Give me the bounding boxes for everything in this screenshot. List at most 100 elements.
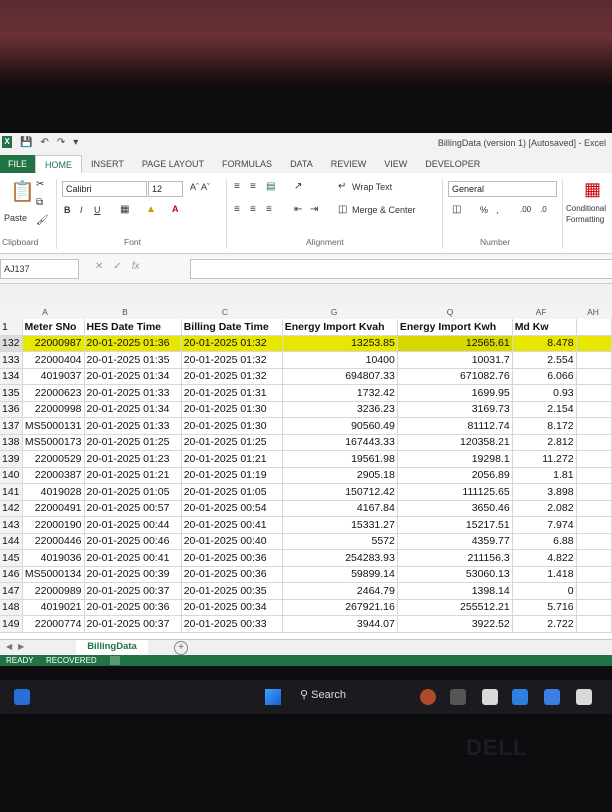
cell-energy-import-kvah[interactable]: 150712.42: [282, 483, 398, 501]
cell-md-kw[interactable]: 4.822: [512, 549, 577, 567]
cell-billing-date-time[interactable]: 20-01-2025 00:35: [181, 582, 283, 600]
cell-energy-import-kvah[interactable]: 167443.33: [282, 434, 398, 451]
cell-meter-sno[interactable]: 22000190: [22, 516, 85, 534]
cell-md-kw[interactable]: 2.812: [512, 434, 577, 451]
empty-cell[interactable]: [576, 615, 612, 633]
macro-record-icon[interactable]: [110, 656, 120, 665]
cell-hes-date-time[interactable]: 20-01-2025 01:23: [84, 450, 182, 468]
cell-energy-import-kvah[interactable]: 59899.14: [282, 566, 398, 583]
row-number[interactable]: 149: [0, 615, 23, 633]
empty-cell[interactable]: [576, 417, 612, 435]
cell-md-kw[interactable]: 3.898: [512, 483, 577, 501]
column-header-c[interactable]: C: [174, 305, 276, 319]
cell-energy-import-kvah[interactable]: 694807.33: [282, 368, 398, 385]
row-number[interactable]: 137: [0, 417, 23, 435]
cell-billing-date-time[interactable]: 20-01-2025 00:54: [181, 500, 283, 517]
cell-energy-import-kwh[interactable]: 211156.3: [397, 549, 513, 567]
cell-billing-date-time[interactable]: 20-01-2025 00:33: [181, 615, 283, 633]
cell-md-kw[interactable]: 0: [512, 582, 577, 600]
header-cell-meter-sno[interactable]: Meter SNo: [22, 319, 85, 336]
cell-energy-import-kwh[interactable]: 15217.51: [397, 516, 513, 534]
cell-energy-import-kvah[interactable]: 1732.42: [282, 384, 398, 402]
empty-cell[interactable]: [576, 351, 612, 369]
empty-cell[interactable]: [576, 516, 612, 534]
taskbar-search[interactable]: ⚲ Search: [300, 688, 346, 701]
select-all-corner[interactable]: [0, 305, 14, 319]
font-size-select[interactable]: 12: [148, 181, 183, 197]
grow-shrink-font-icon[interactable]: Aˆ Aˇ: [190, 182, 210, 192]
row-number[interactable]: 144: [0, 533, 23, 550]
empty-cell[interactable]: [576, 533, 612, 550]
column-header-b[interactable]: B: [76, 305, 174, 319]
cell-hes-date-time[interactable]: 20-01-2025 01:34: [84, 401, 182, 418]
align-right-icon[interactable]: ≡: [266, 204, 272, 215]
cell-meter-sno[interactable]: MS5000173: [22, 434, 85, 451]
edge-icon[interactable]: [512, 689, 528, 705]
cell-energy-import-kwh[interactable]: 1699.95: [397, 384, 513, 402]
increase-decimal-icon[interactable]: .00: [520, 205, 531, 214]
conditional-formatting-icon[interactable]: ▦: [584, 179, 601, 200]
cell-meter-sno[interactable]: 22000989: [22, 582, 85, 600]
header-cell-energy-import-kvah[interactable]: Energy Import Kvah: [282, 319, 398, 336]
cell-meter-sno[interactable]: 22000446: [22, 533, 85, 550]
cell-meter-sno[interactable]: 22000774: [22, 615, 85, 633]
cell-meter-sno[interactable]: 4019037: [22, 368, 85, 385]
undo-icon[interactable]: ↶: [40, 137, 48, 148]
decrease-indent-icon[interactable]: ⇤: [294, 204, 302, 215]
file-explorer-icon[interactable]: [482, 689, 498, 705]
column-header-g[interactable]: G: [276, 305, 392, 319]
row-number[interactable]: 132: [0, 335, 23, 352]
merge-center-button[interactable]: Merge & Center: [352, 205, 416, 215]
cell-billing-date-time[interactable]: 20-01-2025 01:32: [181, 335, 283, 352]
cell-billing-date-time[interactable]: 20-01-2025 01:19: [181, 467, 283, 484]
cell-energy-import-kwh[interactable]: 12565.61: [397, 335, 513, 352]
cell-energy-import-kvah[interactable]: 3944.07: [282, 615, 398, 633]
empty-cell[interactable]: [576, 434, 612, 451]
cell-hes-date-time[interactable]: 20-01-2025 01:25: [84, 434, 182, 451]
align-center-icon[interactable]: ≡: [250, 204, 256, 215]
cell-meter-sno[interactable]: 22000998: [22, 401, 85, 418]
cell-energy-import-kvah[interactable]: 267921.16: [282, 599, 398, 616]
cell-energy-import-kwh[interactable]: 2056.89: [397, 467, 513, 484]
widgets-icon[interactable]: [14, 689, 30, 705]
cell-meter-sno[interactable]: 22000987: [22, 335, 85, 352]
cell-billing-date-time[interactable]: 20-01-2025 00:40: [181, 533, 283, 550]
cell-energy-import-kvah[interactable]: 5572: [282, 533, 398, 550]
add-sheet-icon[interactable]: +: [174, 641, 188, 655]
font-color-icon[interactable]: A: [172, 204, 179, 214]
cell-billing-date-time[interactable]: 20-01-2025 00:41: [181, 516, 283, 534]
row-number[interactable]: 145: [0, 549, 23, 567]
comma-style-icon[interactable]: ,: [496, 205, 499, 215]
empty-cell[interactable]: [576, 450, 612, 468]
name-box[interactable]: AJ137: [0, 259, 79, 279]
format-painter-icon[interactable]: 🖌: [36, 215, 49, 226]
column-header-q[interactable]: Q: [392, 305, 508, 319]
cell-meter-sno[interactable]: 4019036: [22, 549, 85, 567]
cell-hes-date-time[interactable]: 20-01-2025 00:46: [84, 533, 182, 550]
row-number[interactable]: 147: [0, 582, 23, 600]
borders-icon[interactable]: ▦: [120, 204, 129, 215]
copy-icon[interactable]: ⧉: [36, 197, 43, 208]
cell-billing-date-time[interactable]: 20-01-2025 01:31: [181, 384, 283, 402]
paste-label[interactable]: Paste: [4, 213, 27, 223]
tab-file[interactable]: FILE: [0, 155, 36, 173]
row-number[interactable]: 138: [0, 434, 23, 451]
conditional-formatting-button[interactable]: Conditional Formatting: [566, 203, 612, 225]
merge-icon[interactable]: ◫: [338, 204, 347, 215]
cell-energy-import-kwh[interactable]: 3169.73: [397, 401, 513, 418]
bold-icon[interactable]: B: [64, 205, 71, 215]
cell-energy-import-kwh[interactable]: 3922.52: [397, 615, 513, 633]
tab-data[interactable]: DATA: [281, 155, 322, 173]
empty-cell[interactable]: [576, 582, 612, 600]
save-icon[interactable]: 💾: [20, 137, 32, 148]
cell-energy-import-kwh[interactable]: 19298.1: [397, 450, 513, 468]
outlook-icon[interactable]: [544, 689, 560, 705]
tab-developer[interactable]: DEVELOPER: [416, 155, 489, 173]
row-number[interactable]: 146: [0, 566, 23, 583]
cell-md-kw[interactable]: 6.88: [512, 533, 577, 550]
header-cell-billing-date-time[interactable]: Billing Date Time: [181, 319, 283, 336]
cell-energy-import-kwh[interactable]: 3650.46: [397, 500, 513, 517]
cell-energy-import-kwh[interactable]: 1398.14: [397, 582, 513, 600]
cell-billing-date-time[interactable]: 20-01-2025 01:25: [181, 434, 283, 451]
percent-style-icon[interactable]: %: [480, 205, 488, 215]
